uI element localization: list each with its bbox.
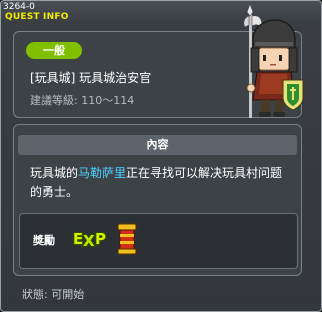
exp-icon[interactable]: E X P xyxy=(72,225,108,251)
quest-description: 玩具城的马勒萨里正在寻找可以解决玩具村问题的勇士。 xyxy=(30,164,292,202)
quest-status: 狀態: 可開始 xyxy=(22,288,85,301)
reward-box: 獎勵 E X P xyxy=(19,213,298,269)
quest-level: 建議等級: 110～114 xyxy=(30,94,135,107)
content-header: 內容 xyxy=(18,135,297,155)
svg-text:X: X xyxy=(83,232,95,250)
quest-id: 3264-0 xyxy=(3,2,35,12)
quest-name: [玩具城] 玩具城治安官 xyxy=(30,71,152,85)
window-title: QUEST INFO xyxy=(5,12,69,22)
description-text: 玩具城的 xyxy=(30,166,79,180)
quest-info-window: 3264-0 QUEST INFO 一般 [玩具城] 玩具城治安官 建議等級: … xyxy=(0,0,322,312)
quest-detail-panel: 內容 玩具城的马勒萨里正在寻找可以解决玩具村问题的勇士。 獎勵 E X P xyxy=(13,124,302,276)
quest-type-badge: 一般 xyxy=(26,42,82,59)
svg-text:P: P xyxy=(95,230,106,248)
npc-name-link[interactable]: 马勒萨里 xyxy=(78,166,126,180)
item-icon[interactable] xyxy=(113,222,141,256)
reward-label: 獎勵 xyxy=(33,234,55,247)
npc-guard-portrait xyxy=(243,4,304,118)
svg-text:E: E xyxy=(73,230,83,248)
